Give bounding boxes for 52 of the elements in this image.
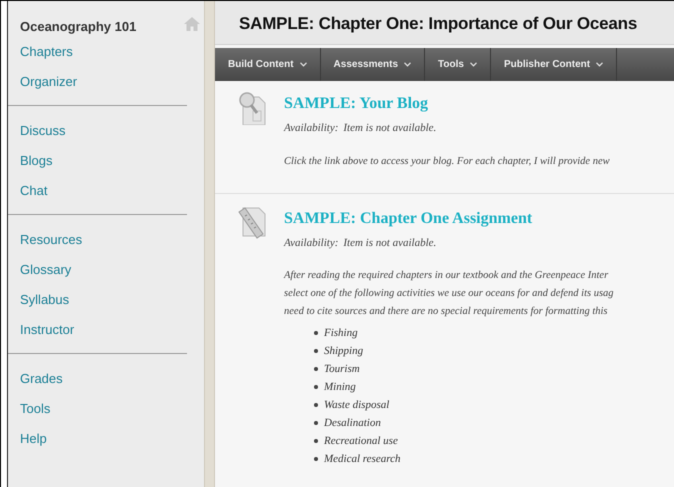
menu-tab[interactable]: Assessments	[320, 48, 426, 81]
course-title: Oceanography 101	[20, 18, 136, 36]
sidebar-link[interactable]: Resources	[20, 230, 82, 248]
list-item: Medical research	[324, 452, 400, 467]
sidebar-link[interactable]: Instructor	[20, 320, 74, 338]
home-icon[interactable]	[184, 17, 200, 31]
panel-splitter[interactable]	[204, 1, 215, 487]
sidebar-link[interactable]: Discuss	[20, 122, 66, 140]
sidebar-link[interactable]: Blogs	[20, 152, 53, 170]
sidebar-link[interactable]: Glossary	[20, 260, 72, 278]
description-line: Click the link above to access your blog. For each chapter, I will provide new	[284, 154, 610, 168]
menu-tab[interactable]: Build Content	[215, 48, 321, 81]
availability-label: Availability:	[284, 121, 338, 136]
menu-tab[interactable]: Tools	[425, 48, 491, 81]
bullet-icon	[314, 367, 318, 371]
sidebar-link[interactable]: Chat	[20, 182, 48, 200]
list-item: Recreational use	[324, 434, 398, 449]
chevron-down-icon	[470, 62, 477, 67]
list-item: Mining	[324, 380, 356, 395]
bullet-icon	[314, 385, 318, 389]
list-item: Desalination	[324, 416, 381, 431]
chevron-down-icon	[300, 62, 307, 67]
availability-status: Item is not available.	[343, 121, 436, 136]
document-ruler-icon	[236, 206, 268, 240]
list-item: Tourism	[324, 362, 360, 377]
availability-label: Availability:	[284, 236, 338, 250]
chevron-down-icon	[596, 62, 604, 67]
bullet-icon	[314, 421, 318, 425]
menu-tab[interactable]: Publisher Content	[490, 48, 618, 81]
bullet-icon	[314, 349, 318, 353]
sidebar-link[interactable]: Chapters	[20, 42, 73, 60]
sidebar-link[interactable]: Tools	[20, 400, 50, 418]
list-item: Waste disposal	[324, 398, 390, 413]
sidebar-link[interactable]: Syllabus	[20, 290, 70, 308]
sidebar-link[interactable]: Help	[20, 430, 47, 448]
page-title: SAMPLE: Chapter One: Importance of Our Oceans	[239, 13, 638, 36]
description-line: select one of the following activities we use our oceans for and defend its usag	[284, 287, 614, 301]
bullet-icon	[314, 457, 318, 461]
bullet-icon	[314, 439, 318, 443]
item-title-link[interactable]: SAMPLE: Your Blog	[284, 91, 428, 114]
bullet-icon	[314, 403, 318, 407]
description-line: After reading the required chapters in our textbook and the Greenpeace Inter	[284, 269, 608, 283]
description-line: need to cite sources and there are no special requirements for formatting this	[284, 305, 608, 319]
list-item: Shipping	[324, 344, 364, 359]
document-search-icon	[236, 91, 268, 125]
chevron-down-icon	[404, 62, 412, 67]
sidebar-link[interactable]: Organizer	[20, 72, 78, 90]
availability-status: Item is not available.	[343, 236, 436, 250]
bullet-icon	[314, 331, 318, 335]
item-title-link[interactable]: SAMPLE: Chapter One Assignment	[284, 206, 532, 228]
sidebar-link[interactable]: Grades	[20, 370, 63, 388]
list-item: Fishing	[324, 326, 358, 341]
